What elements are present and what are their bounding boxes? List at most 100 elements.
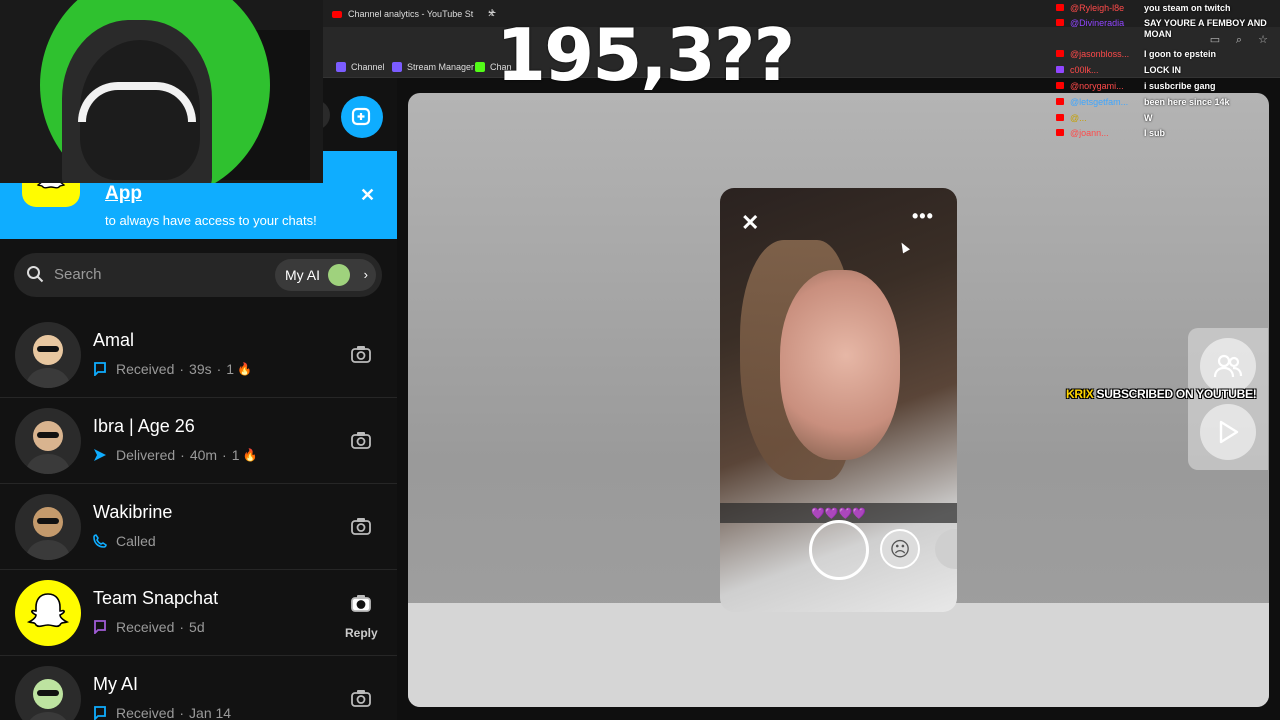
play-button[interactable]: [1200, 404, 1256, 460]
chat-row[interactable]: Ibra | Age 26 Delivered · 40m · 1 🔥: [0, 398, 397, 484]
chat-username: @Divineradia: [1070, 18, 1125, 28]
twitch-icon: [336, 62, 346, 72]
sent-arrow-icon: [93, 448, 107, 462]
screen: Channel analytics - YouTube St ✕ + ▭ ⌕ ☆…: [0, 0, 1280, 720]
my-ai-avatar: [328, 264, 350, 286]
youtube-badge-icon: [1056, 98, 1064, 105]
bookmark-label: Channel: [351, 62, 385, 72]
chat-text: been here since 14k: [1144, 97, 1230, 107]
status-text: Delivered: [116, 447, 176, 463]
tab-title: Channel analytics - YouTube St: [348, 9, 474, 19]
search-icon: [27, 266, 44, 283]
chat-row[interactable]: My AI Received · Jan 14: [0, 656, 397, 720]
new-chat-icon: [351, 107, 371, 126]
youtube-badge-icon: [1056, 129, 1064, 136]
chat-status: Received · Jan 14: [93, 705, 231, 720]
chat-status: Delivered · 40m · 1 🔥: [93, 447, 257, 463]
camera-icon[interactable]: [350, 429, 372, 451]
play-icon: [1219, 420, 1239, 444]
avatar[interactable]: [15, 494, 81, 560]
chat-row[interactable]: Amal Received · 39s · 1 🔥: [0, 312, 397, 398]
chat-name: Ibra | Age 26: [93, 416, 195, 436]
chat-message: @Ryleigh-l8e you steam on twitch: [1054, 2, 1280, 16]
chat-row[interactable]: Wakibrine Called: [0, 484, 397, 570]
sad-face-reaction-icon[interactable]: ☹: [880, 529, 920, 569]
bookmark-stream-manager[interactable]: Stream Manager: [392, 60, 474, 74]
subscriber-message: SUBSCRIBED ON YOUTUBE!: [1096, 387, 1257, 401]
close-banner-icon[interactable]: ✕: [360, 185, 375, 206]
avatar[interactable]: [15, 666, 81, 720]
chat-name: Wakibrine: [93, 502, 173, 522]
camera-icon[interactable]: [350, 592, 372, 614]
headphones: [78, 82, 196, 122]
chat-text: SAY YOURE A FEMBOY AND MOAN: [1144, 18, 1267, 39]
banner-subtitle: to always have access to your chats!: [105, 213, 317, 228]
chat-status: Called: [93, 533, 156, 549]
separator-dot: ·: [179, 619, 185, 635]
chat-message: @Divineradia SAY YOURE A FEMBOY AND MOAN: [1054, 17, 1280, 39]
status-text: Received: [116, 705, 175, 720]
streak-count: 1: [231, 447, 240, 463]
chat-time: 39s: [189, 361, 212, 377]
browser-tab[interactable]: Channel analytics - YouTube St ✕: [332, 5, 496, 23]
follower-counter: 195,3??: [496, 13, 794, 97]
subscriber-alert: KRIX SUBSCRIBED ON YOUTUBE!: [1066, 387, 1257, 401]
separator-dot: ·: [179, 361, 185, 377]
avatar[interactable]: [15, 322, 81, 388]
twitch-badge-icon: [1056, 66, 1064, 73]
chat-username: @Ryleigh-l8e: [1070, 3, 1125, 13]
status-text: Called: [116, 533, 156, 549]
youtube-badge-icon: [1056, 82, 1064, 89]
group-call-button[interactable]: [1200, 338, 1256, 394]
new-tab-button[interactable]: +: [488, 4, 496, 20]
status-text: Received: [116, 619, 175, 635]
chat-message: c00lk... LOCK IN: [1054, 64, 1280, 78]
camera-icon[interactable]: [350, 515, 372, 537]
fire-icon: 🔥: [242, 448, 258, 462]
webcam-overlay: [0, 0, 323, 183]
kick-icon: [475, 62, 485, 72]
chat-name: Team Snapchat: [93, 588, 219, 608]
bookmark-label: Stream Manager: [407, 62, 475, 72]
separator-dot: ·: [216, 361, 222, 377]
chat-message: @joann... I sub: [1054, 127, 1280, 141]
search-placeholder: Search: [54, 266, 102, 283]
youtube-badge-icon: [1056, 114, 1064, 121]
my-ai-button[interactable]: My AI ›: [274, 259, 376, 291]
chat-row[interactable]: Team Snapchat Received · 5d Reply: [0, 570, 397, 656]
chat-message: @letsgetfam... been here since 14k: [1054, 96, 1280, 110]
more-options-icon[interactable]: •••: [912, 206, 934, 227]
reply-camera-shutter[interactable]: [809, 520, 869, 580]
chat-username: @...: [1070, 113, 1087, 123]
chat-username: @letsgetfam...: [1070, 97, 1129, 107]
my-ai-label: My AI: [284, 267, 320, 283]
avatar[interactable]: [15, 580, 81, 646]
call-icon: [93, 534, 107, 548]
bookmark-channel[interactable]: Channel: [336, 60, 385, 74]
twitch-icon: [392, 62, 402, 72]
chat-time: Jan 14: [189, 705, 232, 720]
chat-bubble-icon: [93, 620, 107, 636]
chat-name: Amal: [93, 330, 135, 350]
youtube-badge-icon: [1056, 50, 1064, 57]
chat-bubble-icon: [93, 362, 107, 378]
chat-message: @jasonbloss... I goon to epstein: [1054, 48, 1280, 62]
avatar[interactable]: [15, 408, 81, 474]
separator-dot: ·: [180, 447, 185, 463]
subscriber-name: KRIX: [1066, 387, 1094, 401]
status-text: Received: [116, 361, 175, 377]
close-snap-icon[interactable]: ✕: [741, 210, 759, 236]
new-chat-button[interactable]: [341, 96, 383, 138]
chat-bubble-icon: [93, 706, 107, 720]
camera-icon[interactable]: [350, 343, 372, 365]
separator-dot: ·: [179, 705, 185, 720]
camera-icon[interactable]: [350, 687, 372, 709]
search-bar[interactable]: Search My AI ›: [14, 253, 382, 297]
youtube-badge-icon: [1056, 19, 1064, 26]
reply-label[interactable]: Reply: [345, 626, 378, 640]
fire-icon: 🔥: [237, 362, 253, 376]
chat-message: @... W: [1054, 112, 1280, 126]
stream-chat-overlay: @Ryleigh-l8e you steam on twitch @Divinera…: [1054, 0, 1280, 140]
viewer-floor: [408, 603, 1269, 707]
banner-title[interactable]: App: [105, 183, 142, 205]
